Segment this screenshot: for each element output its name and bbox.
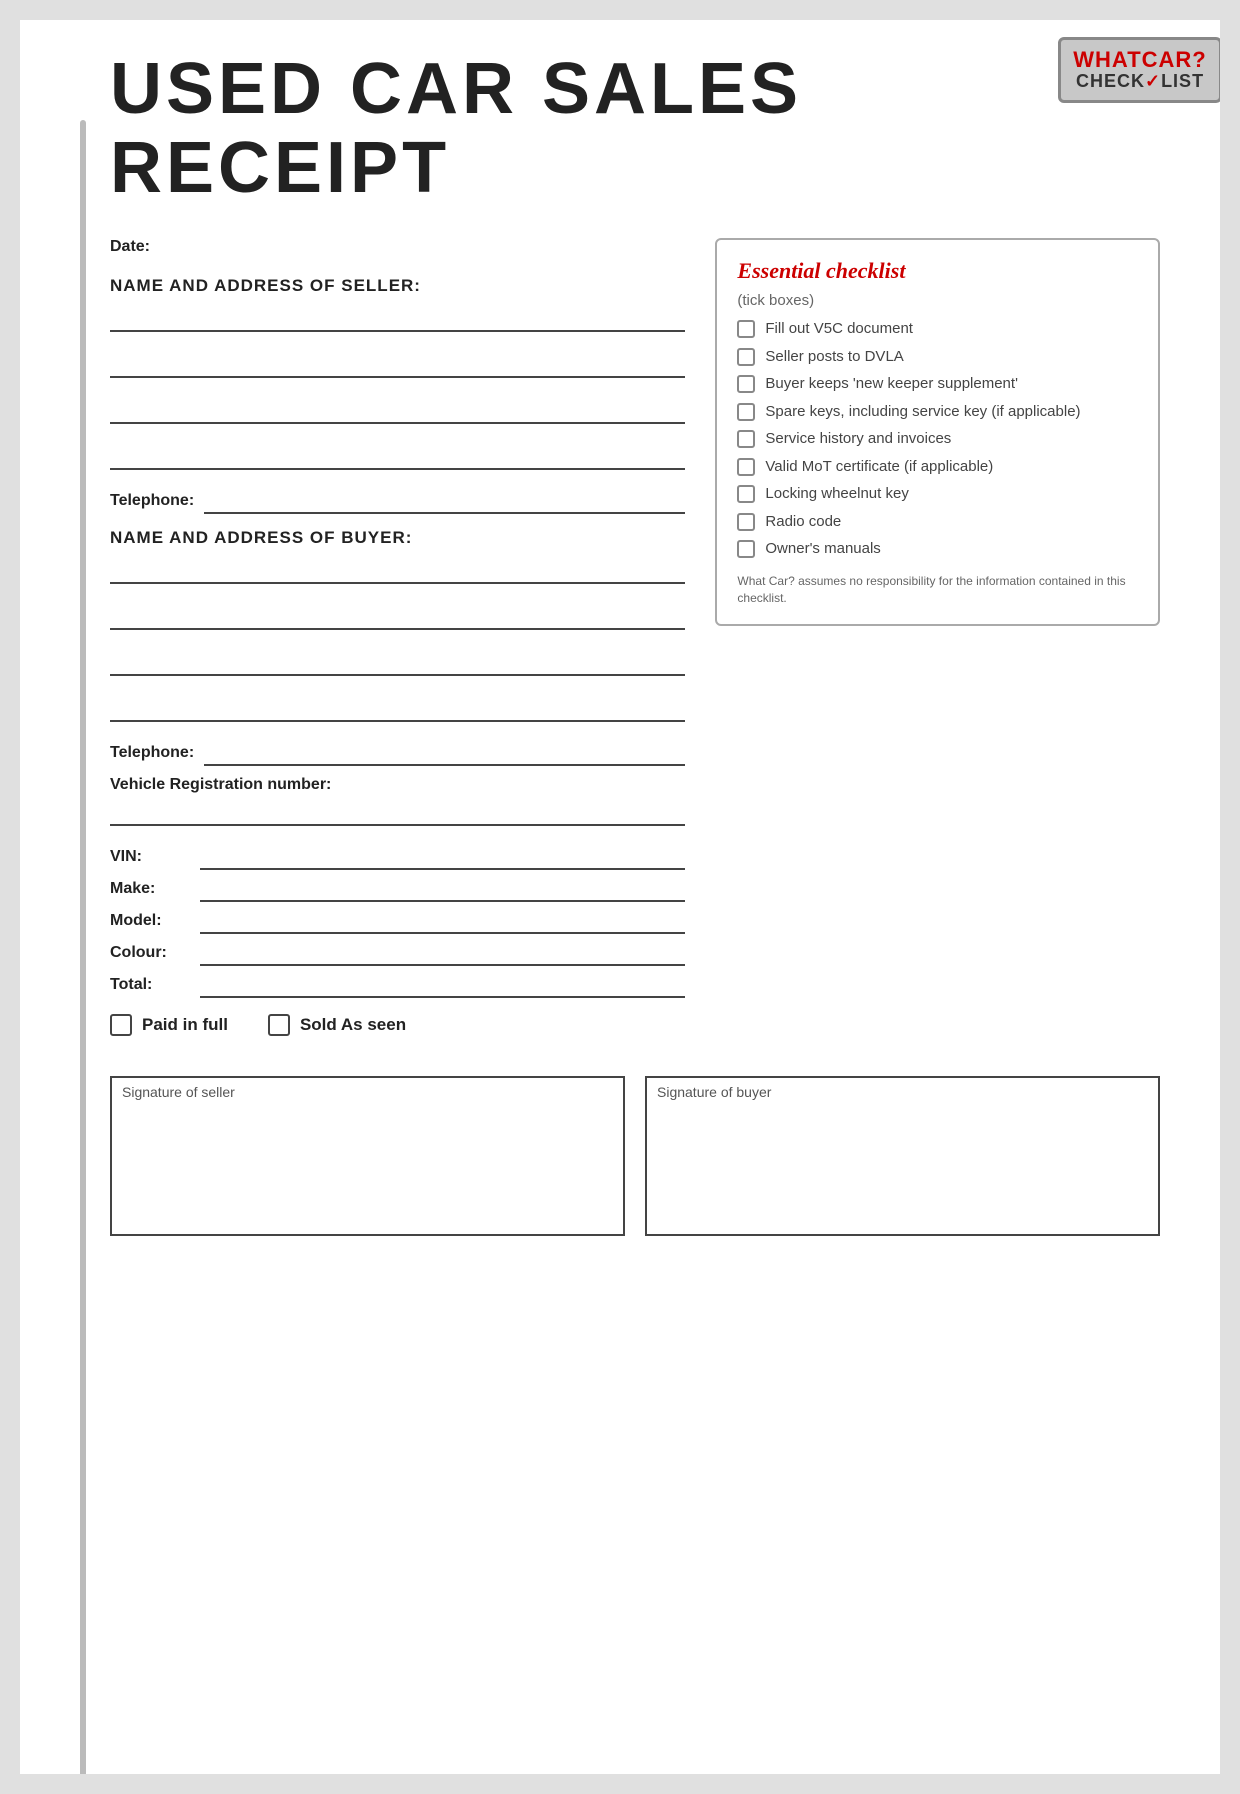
paid-in-full-label: Paid in full (142, 1015, 228, 1035)
date-label: Date: (110, 238, 685, 256)
vin-row: VIN: (110, 844, 685, 870)
checklist-text-8: Owner's manuals (765, 539, 880, 559)
page: WHATCAR? CHECK✓LIST USED CAR SALES RECEI… (20, 20, 1220, 1774)
sold-as-seen-item[interactable]: Sold As seen (268, 1014, 406, 1036)
checklist-text-3: Spare keys, including service key (if ap… (765, 402, 1080, 422)
registration-label: Vehicle Registration number: (110, 776, 685, 794)
checklist-text-2: Buyer keeps 'new keeper supplement' (765, 374, 1018, 394)
buyer-section-label: NAME AND ADDRESS OF BUYER: (110, 528, 685, 548)
make-line (200, 876, 685, 902)
checklist-text-7: Radio code (765, 512, 841, 532)
buyer-telephone-row: Telephone: (110, 740, 685, 766)
checklist-text-0: Fill out V5C document (765, 319, 913, 339)
seller-telephone-label: Telephone: (110, 492, 194, 510)
checklist-text-6: Locking wheelnut key (765, 484, 908, 504)
vin-line (200, 844, 685, 870)
model-line (200, 908, 685, 934)
checklist-disclaimer: What Car? assumes no responsibility for … (737, 573, 1138, 607)
checklist-checkbox-2[interactable] (737, 375, 755, 393)
checklist-item-0[interactable]: Fill out V5C document (737, 319, 1138, 339)
buyer-address-line-3 (110, 648, 685, 676)
checklist-checkbox-7[interactable] (737, 513, 755, 531)
buyer-signature-label: Signature of buyer (647, 1078, 781, 1106)
make-label: Make: (110, 880, 190, 898)
buyer-address-line-2 (110, 602, 685, 630)
checklist-checkbox-6[interactable] (737, 485, 755, 503)
main-content: USED CAR SALES RECEIPT Date: NAME AND AD… (20, 20, 1220, 1276)
buyer-telephone-label: Telephone: (110, 744, 194, 762)
paid-in-full-item[interactable]: Paid in full (110, 1014, 228, 1036)
colour-line (200, 940, 685, 966)
checklist-item-5[interactable]: Valid MoT certificate (if applicable) (737, 457, 1138, 477)
seller-telephone-row: Telephone: (110, 488, 685, 514)
colour-row: Colour: (110, 940, 685, 966)
seller-section-label: NAME AND ADDRESS OF SELLER: (110, 276, 685, 296)
checklist-item-4[interactable]: Service history and invoices (737, 429, 1138, 449)
checklist-item-3[interactable]: Spare keys, including service key (if ap… (737, 402, 1138, 422)
checklist-text-1: Seller posts to DVLA (765, 347, 903, 367)
checklist-box: Essential checklist (tick boxes) Fill ou… (715, 238, 1160, 626)
checklist-checkbox-8[interactable] (737, 540, 755, 558)
make-row: Make: (110, 876, 685, 902)
paid-in-full-checkbox[interactable] (110, 1014, 132, 1036)
model-row: Model: (110, 908, 685, 934)
left-column: Date: NAME AND ADDRESS OF SELLER: Teleph… (110, 238, 685, 1056)
right-column: Essential checklist (tick boxes) Fill ou… (715, 238, 1160, 626)
checklist-item-1[interactable]: Seller posts to DVLA (737, 347, 1138, 367)
total-row: Total: (110, 972, 685, 998)
seller-signature-label: Signature of seller (112, 1078, 245, 1106)
sold-as-seen-checkbox[interactable] (268, 1014, 290, 1036)
checklist-checkbox-1[interactable] (737, 348, 755, 366)
buyer-signature-box: Signature of buyer (645, 1076, 1160, 1236)
checklist-tick-note: (tick boxes) (737, 292, 1138, 309)
checklist-checkbox-0[interactable] (737, 320, 755, 338)
checklist-text-5: Valid MoT certificate (if applicable) (765, 457, 993, 477)
checklist-item-8[interactable]: Owner's manuals (737, 539, 1138, 559)
model-label: Model: (110, 912, 190, 930)
buyer-address-line-1 (110, 556, 685, 584)
page-title: USED CAR SALES RECEIPT (110, 50, 1160, 208)
colour-label: Colour: (110, 944, 190, 962)
buyer-address-line-4 (110, 694, 685, 722)
signature-section: Signature of seller Signature of buyer (110, 1076, 1160, 1236)
seller-address-line-1 (110, 304, 685, 332)
seller-address-line-2 (110, 350, 685, 378)
checklist-title: Essential checklist (737, 258, 1138, 284)
date-row: Date: (110, 238, 685, 256)
seller-address-line-3 (110, 396, 685, 424)
checklist-item-2[interactable]: Buyer keeps 'new keeper supplement' (737, 374, 1138, 394)
seller-address-line-4 (110, 442, 685, 470)
checklist-text-4: Service history and invoices (765, 429, 951, 449)
checkbox-row: Paid in full Sold As seen (110, 1014, 685, 1036)
sold-as-seen-label: Sold As seen (300, 1015, 406, 1035)
registration-line (110, 798, 685, 826)
buyer-telephone-line (204, 740, 685, 766)
checklist-checkbox-3[interactable] (737, 403, 755, 421)
total-line (200, 972, 685, 998)
seller-signature-box: Signature of seller (110, 1076, 625, 1236)
checklist-item-7[interactable]: Radio code (737, 512, 1138, 532)
checklist-checkbox-4[interactable] (737, 430, 755, 448)
checklist-item-6[interactable]: Locking wheelnut key (737, 484, 1138, 504)
total-label: Total: (110, 976, 190, 994)
seller-telephone-line (204, 488, 685, 514)
checklist-checkbox-5[interactable] (737, 458, 755, 476)
vin-label: VIN: (110, 848, 190, 866)
two-column-layout: Date: NAME AND ADDRESS OF SELLER: Teleph… (110, 238, 1160, 1056)
